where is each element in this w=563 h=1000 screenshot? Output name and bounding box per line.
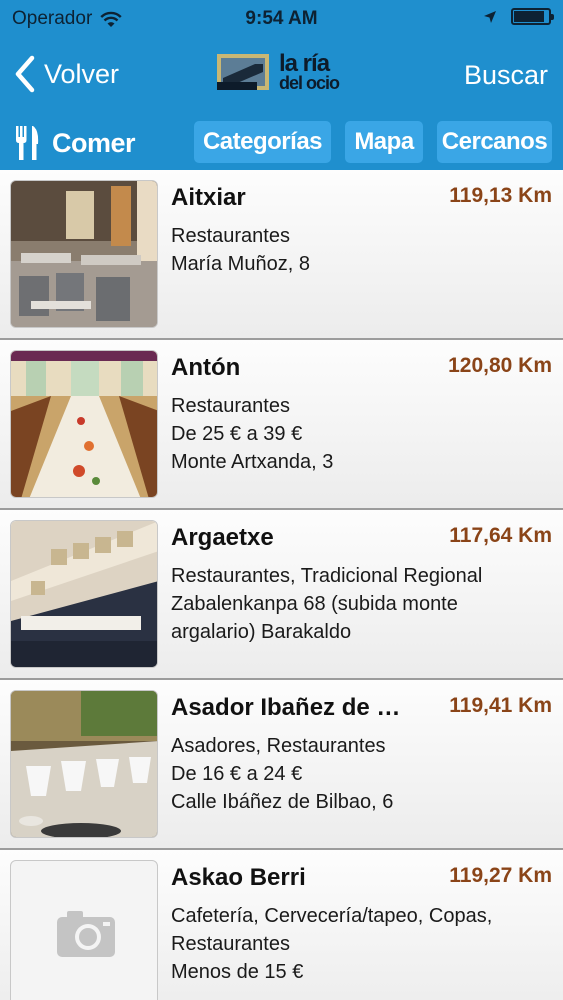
- logo-text: la ría del ocio: [279, 50, 340, 93]
- restaurant-photo: [10, 180, 158, 328]
- restaurant-distance: 119,41 Km: [449, 694, 552, 717]
- restaurant-category: Restaurantes: [171, 225, 290, 247]
- section-title-label: Comer: [52, 127, 136, 158]
- list-item[interactable]: Aitxiar 119,13 Km Restaurantes María Muñ…: [0, 170, 563, 340]
- restaurant-address-cont: argalario) Barakaldo: [171, 621, 352, 643]
- restaurant-distance: 117,64 Km: [449, 524, 552, 547]
- location-arrow-icon: [484, 10, 496, 23]
- logo-line-2: del ocio: [279, 72, 340, 93]
- restaurant-name: Argaetxe: [171, 524, 274, 551]
- list-item[interactable]: Asador Ibañez de … 119,41 Km Asadores, R…: [0, 680, 563, 850]
- restaurant-price: De 25 € a 39 €: [171, 423, 303, 445]
- battery-icon: [511, 8, 554, 25]
- restaurant-address: Monte Artxanda, 3: [171, 451, 334, 473]
- app-logo: la ría del ocio: [215, 50, 340, 93]
- restaurant-list[interactable]: Aitxiar 119,13 Km Restaurantes María Muñ…: [0, 170, 563, 1000]
- restaurant-distance: 120,80 Km: [448, 354, 552, 377]
- restaurant-category: Restaurantes: [171, 395, 290, 417]
- list-item[interactable]: Askao Berri 119,27 Km Cafetería, Cervece…: [0, 850, 563, 1000]
- status-bar: Operador 9:54 AM: [0, 0, 563, 38]
- back-label: Volver: [44, 58, 120, 89]
- restaurant-name: Askao Berri: [171, 864, 306, 891]
- fork-knife-icon: [16, 126, 39, 160]
- restaurant-category: Restaurantes, Tradicional Regional: [171, 565, 483, 587]
- status-time: 9:54 AM: [245, 8, 318, 29]
- chevron-left-icon: [15, 55, 35, 93]
- restaurant-price: De 16 € a 24 €: [171, 763, 303, 785]
- logo-mark-icon: [217, 54, 269, 90]
- restaurant-photo: [10, 690, 158, 838]
- restaurant-name: Aitxiar: [171, 184, 246, 211]
- restaurant-photo: [10, 520, 158, 668]
- camera-icon: [57, 911, 115, 957]
- restaurant-photo: [10, 350, 158, 498]
- restaurant-address: María Muñoz, 8: [171, 253, 310, 275]
- back-button[interactable]: Volver: [12, 54, 119, 94]
- section-title: Comer: [14, 124, 136, 162]
- restaurant-category: Cafetería, Cervecería/tapeo, Copas,: [171, 905, 493, 927]
- list-item[interactable]: Argaetxe 117,64 Km Restaurantes, Tradici…: [0, 510, 563, 680]
- restaurant-address: Zabalenkanpa 68 (subida monte: [171, 593, 458, 615]
- search-button[interactable]: Buscar: [464, 60, 548, 91]
- restaurant-price: Menos de 15 €: [171, 961, 304, 983]
- restaurant-photo-placeholder: [10, 860, 158, 1000]
- navigation-bar: Volver la ría del ocio Buscar: [0, 38, 563, 114]
- restaurant-category-cont: Restaurantes: [171, 933, 290, 955]
- tab-categorias[interactable]: Categorías: [194, 121, 331, 163]
- restaurant-distance: 119,13 Km: [449, 184, 552, 207]
- logo-line-1: la ría: [279, 50, 330, 78]
- restaurant-name: Antón: [171, 354, 241, 381]
- restaurant-address: Calle Ibáñez de Bilbao, 6: [171, 791, 394, 813]
- restaurant-distance: 119,27 Km: [449, 864, 552, 887]
- restaurant-category: Asadores, Restaurantes: [171, 735, 386, 757]
- list-item[interactable]: Antón 120,80 Km Restaurantes De 25 € a 3…: [0, 340, 563, 510]
- restaurant-name: Asador Ibañez de …: [171, 694, 401, 721]
- section-bar: Comer Categorías Mapa Cercanos: [0, 114, 563, 170]
- tab-cercanos[interactable]: Cercanos: [437, 121, 552, 163]
- tab-mapa[interactable]: Mapa: [345, 121, 423, 163]
